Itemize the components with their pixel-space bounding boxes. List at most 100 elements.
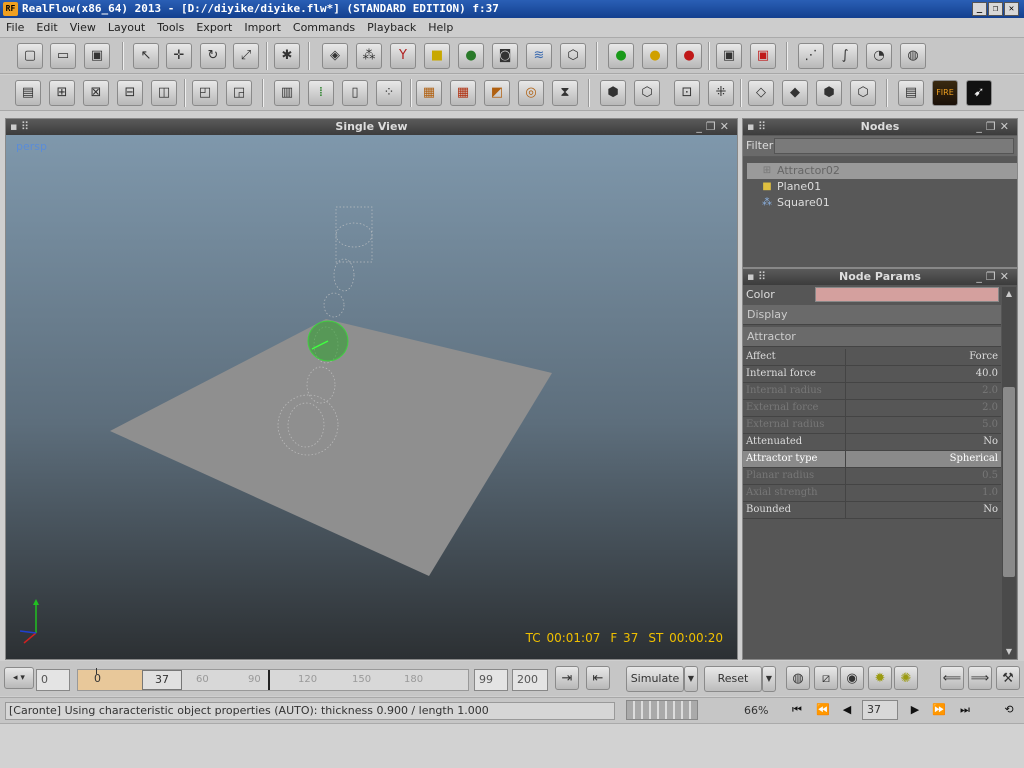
key-out-icon[interactable]: ⇤ <box>586 666 610 690</box>
play-reverse-icon[interactable]: ◀ <box>836 700 858 720</box>
simulate-button[interactable]: Simulate <box>626 666 684 692</box>
panel-grip-icon[interactable]: ▪ ⠿ <box>747 269 766 285</box>
param-row-bounded[interactable]: Bounded No <box>743 502 1001 519</box>
param-row-internal-force[interactable]: Internal force 40.0 <box>743 366 1001 383</box>
key-next-icon[interactable]: ⟹ <box>968 666 992 690</box>
cube-bound-icon[interactable]: ⊡ <box>674 80 700 106</box>
timeline-ruler[interactable]: 0 37 60 90 120 150 180 <box>77 668 469 691</box>
node-plane01[interactable]: ■ Plane01 <box>747 179 1017 195</box>
yellow-light-icon[interactable]: ● <box>642 43 668 69</box>
hourglass-icon[interactable]: ⧗ <box>552 80 578 106</box>
export-icon[interactable]: ▤ <box>15 80 41 106</box>
3d-viewport[interactable]: persp TC 00:01:07 F 37 ST 00:00:20 <box>6 135 737 659</box>
camera-icon[interactable]: ◙ <box>492 43 518 69</box>
fire-plugin-icon[interactable]: FIRE <box>932 80 958 106</box>
panel-grip-icon[interactable]: ▪ ⠿ <box>747 119 766 135</box>
scroll-up-icon[interactable]: ▲ <box>1003 288 1015 300</box>
end-frame-field[interactable]: 99 <box>474 669 508 691</box>
box-icon[interactable]: ◰ <box>192 80 218 106</box>
open-scene-icon[interactable]: ▭ <box>50 43 76 69</box>
target-icon[interactable]: ◎ <box>518 80 544 106</box>
node-attractor02[interactable]: ⊞ Attractor02 <box>747 163 1017 179</box>
curve-icon[interactable]: ∫ <box>832 43 858 69</box>
current-frame-input[interactable]: 37 <box>862 700 898 720</box>
cube-dotted-icon[interactable]: ⬡ <box>634 80 660 106</box>
constraint-icon[interactable]: ⬡ <box>560 43 586 69</box>
param-row-attractor-type[interactable]: Attractor type Spherical <box>743 451 1001 468</box>
simulate-dropdown-icon[interactable]: ▼ <box>684 666 698 692</box>
scroll-thumb[interactable] <box>1003 387 1015 577</box>
panel-window-controls-icon[interactable]: _❐✕ <box>696 119 733 135</box>
gear-icon[interactable]: ✹ <box>868 666 892 690</box>
graph-icon[interactable]: ▥ <box>274 80 300 106</box>
maximize-button[interactable]: ❐ <box>988 2 1003 16</box>
arrow-plugin-icon[interactable]: ➹ <box>966 80 992 106</box>
globe-icon[interactable]: ◍ <box>786 666 810 690</box>
display-section[interactable]: Display <box>743 305 1001 325</box>
wrench-icon[interactable]: ⚒ <box>996 666 1020 690</box>
key-prev-icon[interactable]: ⟸ <box>940 666 964 690</box>
new-scene-icon[interactable]: ▢ <box>17 43 43 69</box>
panel-grip-icon[interactable]: ▪ ⠿ <box>10 119 29 135</box>
minimize-button[interactable]: _ <box>972 2 987 16</box>
step-forward-icon[interactable]: ⏩ <box>928 700 950 720</box>
eye-icon[interactable]: ◉ <box>840 666 864 690</box>
render-icon[interactable]: ▤ <box>898 80 924 106</box>
grid-red-icon[interactable]: ▦ <box>450 80 476 106</box>
go-to-start-icon[interactable]: ⏮ <box>786 700 808 720</box>
cube-smooth-icon[interactable]: ⬢ <box>816 80 842 106</box>
emitter-icon[interactable]: ⁂ <box>356 43 382 69</box>
start-frame-field[interactable]: 0 <box>36 669 70 691</box>
play-icon[interactable]: ▶ <box>904 700 926 720</box>
reset-button[interactable]: Reset <box>704 666 762 692</box>
panel-window-controls-icon[interactable]: _❐✕ <box>976 119 1013 135</box>
filter-input[interactable] <box>774 138 1014 154</box>
remove-node-icon[interactable]: ⊠ <box>83 80 109 106</box>
mesh-icon[interactable]: ● <box>458 43 484 69</box>
unlink-icon[interactable]: ◫ <box>151 80 177 106</box>
params-scrollbar[interactable]: ▲ ▼ <box>1002 287 1016 659</box>
menu-import[interactable]: Import <box>238 18 287 38</box>
cube-light-icon[interactable]: ⬡ <box>850 80 876 106</box>
menu-view[interactable]: View <box>64 18 102 38</box>
reset-initial-state-icon[interactable]: ▣ <box>750 43 776 69</box>
rotate-tool-icon[interactable]: ↻ <box>200 43 226 69</box>
wave-icon[interactable]: ≋ <box>526 43 552 69</box>
menu-help[interactable]: Help <box>422 18 459 38</box>
menu-export[interactable]: Export <box>190 18 238 38</box>
menu-edit[interactable]: Edit <box>30 18 63 38</box>
key-in-icon[interactable]: ⇥ <box>555 666 579 690</box>
close-button[interactable]: ✕ <box>1004 2 1019 16</box>
gear-multi-icon[interactable]: ✺ <box>894 666 918 690</box>
dots-grid-icon[interactable]: ⁞ <box>308 80 334 106</box>
grid-crate-icon[interactable]: ▦ <box>416 80 442 106</box>
panel-window-controls-icon[interactable]: _❐✕ <box>976 269 1013 285</box>
menu-layout[interactable]: Layout <box>102 18 151 38</box>
param-row-attenuated[interactable]: Attenuated No <box>743 434 1001 451</box>
network-icon[interactable]: ◍ <box>900 43 926 69</box>
scroll-down-icon[interactable]: ▼ <box>1003 646 1015 658</box>
save-initial-state-icon[interactable]: ▣ <box>716 43 742 69</box>
add-node-icon[interactable]: ⊞ <box>49 80 75 106</box>
red-light-icon[interactable]: ● <box>676 43 702 69</box>
attractor-section[interactable]: Attractor <box>743 327 1001 347</box>
reset-dropdown-icon[interactable]: ▼ <box>762 666 776 692</box>
save-scene-icon[interactable]: ▣ <box>84 43 110 69</box>
loop-icon[interactable]: ⟲ <box>998 700 1020 720</box>
timer-icon[interactable]: ◔ <box>866 43 892 69</box>
particles-icon[interactable]: ⁘ <box>376 80 402 106</box>
step-back-icon[interactable]: ⏪ <box>812 700 834 720</box>
scatter-icon[interactable]: ⁜ <box>708 80 734 106</box>
color-swatch[interactable] <box>815 287 999 302</box>
batch-icon[interactable]: ⋰ <box>798 43 824 69</box>
key-dropdown-icon[interactable]: ◂ ▾ <box>4 667 34 689</box>
object-cube-icon[interactable]: ■ <box>424 43 450 69</box>
current-frame-indicator[interactable]: 37 <box>142 670 182 690</box>
box-dark-icon[interactable]: ◲ <box>226 80 252 106</box>
crack-icon[interactable]: ◩ <box>484 80 510 106</box>
menu-commands[interactable]: Commands <box>287 18 361 38</box>
cube-wire-icon[interactable]: ◇ <box>748 80 774 106</box>
green-light-icon[interactable]: ● <box>608 43 634 69</box>
daemon-icon[interactable]: Y <box>390 43 416 69</box>
cube-shaded-icon[interactable]: ◆ <box>782 80 808 106</box>
